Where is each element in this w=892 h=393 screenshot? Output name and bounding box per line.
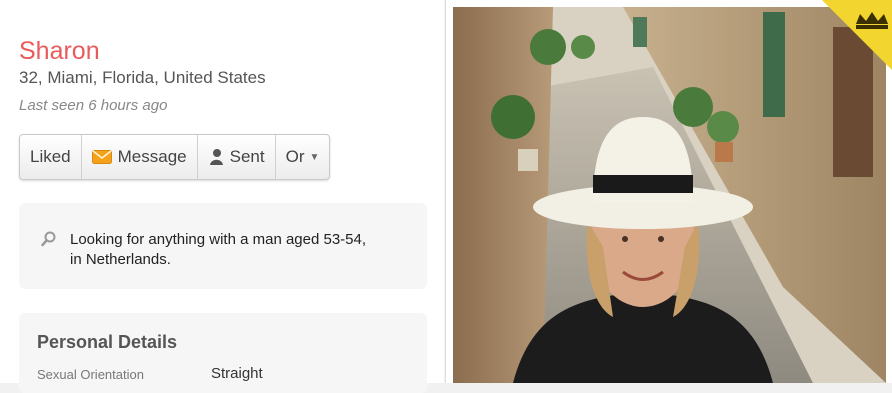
profile-photo-frame [445,0,892,383]
looking-for-text: Looking for anything with a man aged 53-… [70,231,367,268]
looking-for-box: Looking for anything with a man aged 53-… [19,203,427,289]
last-seen-status: Last seen 6 hours ago [19,97,168,114]
profile-location: 32, Miami, Florida, United States [19,68,266,87]
sent-label: Sent [229,147,265,166]
profile-panel: Sharon 32, Miami, Florida, United States… [0,0,444,393]
or-label: Or [285,147,305,166]
liked-label: Liked [30,147,71,166]
liked-button[interactable]: Liked [20,135,82,179]
person-icon [208,148,224,166]
or-dropdown-button[interactable]: Or ▼ [276,135,330,179]
message-button[interactable]: Message [82,135,198,179]
detail-value: Straight [211,365,263,382]
chevron-down-icon: ▼ [309,151,320,163]
personal-details-section: Personal Details Sexual Orientation Stra… [19,313,427,393]
envelope-icon [91,150,112,164]
message-label: Message [117,147,187,166]
profile-name: Sharon [19,37,100,65]
sent-button[interactable]: Sent [198,135,276,179]
premium-crown-badge [822,0,892,70]
profile-action-bar: Liked Message Sent Or ▼ [19,134,331,180]
detail-label: Sexual Orientation [37,367,144,382]
search-icon [41,231,57,252]
personal-details-title: Personal Details [37,332,178,352]
